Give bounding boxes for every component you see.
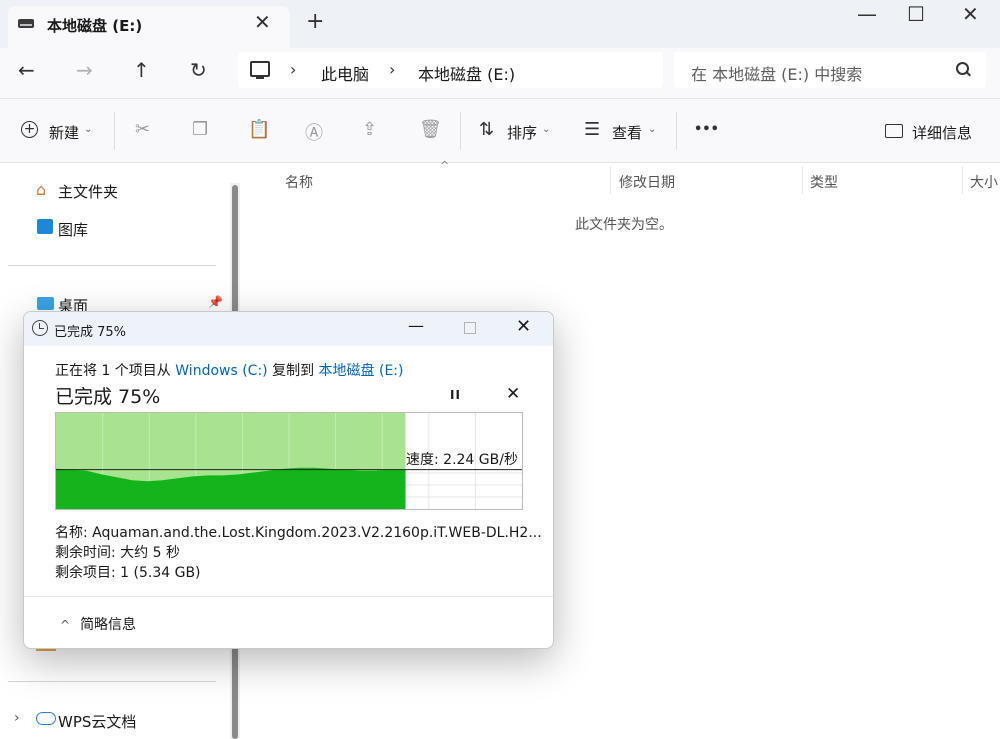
close-button[interactable]: ✕ (962, 2, 979, 26)
copy-prefix: 正在将 1 个项目从 (55, 363, 176, 379)
toolbar-divider (676, 112, 677, 150)
column-divider[interactable] (802, 166, 803, 194)
empty-folder-message: 此文件夹为空。 (575, 217, 673, 233)
back-button[interactable]: ← (18, 58, 35, 82)
chevron-down-icon[interactable]: ⌄ (542, 124, 550, 135)
destination-link[interactable]: 本地磁盘 (E:) (319, 363, 404, 379)
column-header-modified[interactable]: 修改日期 (619, 172, 675, 192)
cut-icon[interactable]: ✂ (135, 119, 150, 140)
view-button[interactable]: 查看 (612, 122, 642, 143)
fewer-details-toggle[interactable]: ^ 简略信息 (60, 614, 136, 634)
gallery-icon[interactable] (37, 219, 53, 234)
cloud-icon[interactable] (36, 712, 56, 725)
more-options-button[interactable]: ••• (694, 122, 719, 137)
breadcrumb-this-pc[interactable]: 此电脑 (321, 61, 369, 85)
delete-icon[interactable]: 🗑 (419, 119, 442, 140)
home-icon[interactable]: ⌂ (36, 180, 46, 199)
speed-label: 速度: 2.24 GB/秒 (406, 452, 518, 468)
column-header-size[interactable]: 大小 (970, 172, 998, 192)
breadcrumb-local-disk[interactable]: 本地磁盘 (E:) (418, 61, 515, 85)
breadcrumb-chevron-icon[interactable]: › (389, 60, 395, 79)
time-remaining-line: 剩余时间: 大约 5 秒 (55, 545, 180, 561)
maximize-button[interactable]: ☐ (907, 2, 925, 26)
fewer-details-label[interactable]: 简略信息 (80, 617, 136, 633)
chevron-down-icon[interactable]: ⌄ (648, 124, 656, 135)
new-button[interactable]: 新建 (49, 122, 79, 143)
chevron-up-icon[interactable]: ^ (60, 618, 70, 632)
clock-icon (32, 320, 48, 336)
pause-button[interactable]: II (450, 388, 461, 402)
drive-icon (18, 19, 34, 28)
tab-title: 本地磁盘 (E:) (47, 17, 143, 35)
percent-complete-heading: 已完成 75% (55, 386, 161, 408)
share-icon[interactable]: ⇪ (362, 119, 377, 140)
computer-icon[interactable] (250, 61, 270, 79)
column-divider[interactable] (610, 166, 611, 194)
column-divider[interactable] (962, 166, 963, 194)
dialog-close-button[interactable]: ✕ (516, 316, 531, 337)
breadcrumb-chevron-icon[interactable]: › (290, 60, 296, 79)
cancel-copy-button[interactable]: ✕ (506, 384, 520, 404)
items-remaining-line: 剩余项目: 1 (5.34 GB) (55, 565, 201, 581)
file-name-line: 名称: Aquaman.and.the.Lost.Kingdom.2023.V2… (55, 525, 542, 541)
sidebar-item-gallery[interactable]: 图库 (58, 219, 88, 240)
sidebar-divider (8, 265, 216, 266)
refresh-button[interactable]: ↻ (190, 58, 207, 82)
new-tab-button[interactable]: + (306, 9, 324, 34)
search-icon[interactable] (956, 62, 969, 75)
tab-close-icon[interactable]: ✕ (254, 10, 271, 34)
copy-description: 正在将 1 个项目从 Windows (C:) 复制到 本地磁盘 (E:) (55, 360, 403, 380)
dialog-minimize-button[interactable]: — (408, 316, 424, 335)
desktop-icon[interactable] (37, 297, 54, 310)
expand-chevron-icon[interactable]: › (14, 710, 20, 726)
sort-button[interactable]: 排序 (507, 122, 537, 143)
up-button[interactable]: ↑ (133, 58, 150, 82)
dialog-divider (24, 596, 553, 597)
sidebar-divider (8, 681, 216, 682)
sort-ascending-icon: ^ (440, 159, 450, 172)
view-icon[interactable]: ☰ (584, 119, 600, 140)
copy-mid: 复制到 (267, 363, 319, 379)
pin-icon[interactable]: 📌 (208, 295, 223, 309)
column-header-name[interactable]: 名称 (285, 172, 313, 192)
dialog-title: 已完成 75% (54, 325, 127, 340)
copy-icon[interactable]: ❐ (192, 119, 208, 140)
minimize-button[interactable]: — (857, 2, 877, 26)
column-header-type[interactable]: 类型 (810, 172, 838, 192)
dialog-maximize-button (464, 322, 476, 334)
toolbar-divider (114, 112, 115, 150)
rename-icon[interactable]: Ⓐ (305, 119, 323, 145)
sort-icon[interactable]: ⇅ (479, 119, 494, 140)
details-pane-icon[interactable] (885, 124, 903, 138)
copy-progress-dialog: 已完成 75% — ✕ 正在将 1 个项目从 Windows (C:) 复制到 … (23, 311, 554, 649)
paste-icon[interactable]: 📋 (248, 119, 270, 140)
toolbar-divider (460, 112, 461, 150)
details-button[interactable]: 详细信息 (912, 122, 972, 143)
sidebar-item-home[interactable]: 主文件夹 (58, 181, 118, 202)
forward-button[interactable]: → (76, 58, 93, 82)
sidebar-item-wps-cloud[interactable]: WPS云文档 (58, 711, 136, 732)
search-placeholder: 在 本地磁盘 (E:) 中搜索 (691, 65, 863, 84)
new-icon[interactable]: + (21, 121, 38, 138)
source-link[interactable]: Windows (C:) (175, 363, 267, 379)
chevron-down-icon[interactable]: ⌄ (84, 124, 92, 135)
